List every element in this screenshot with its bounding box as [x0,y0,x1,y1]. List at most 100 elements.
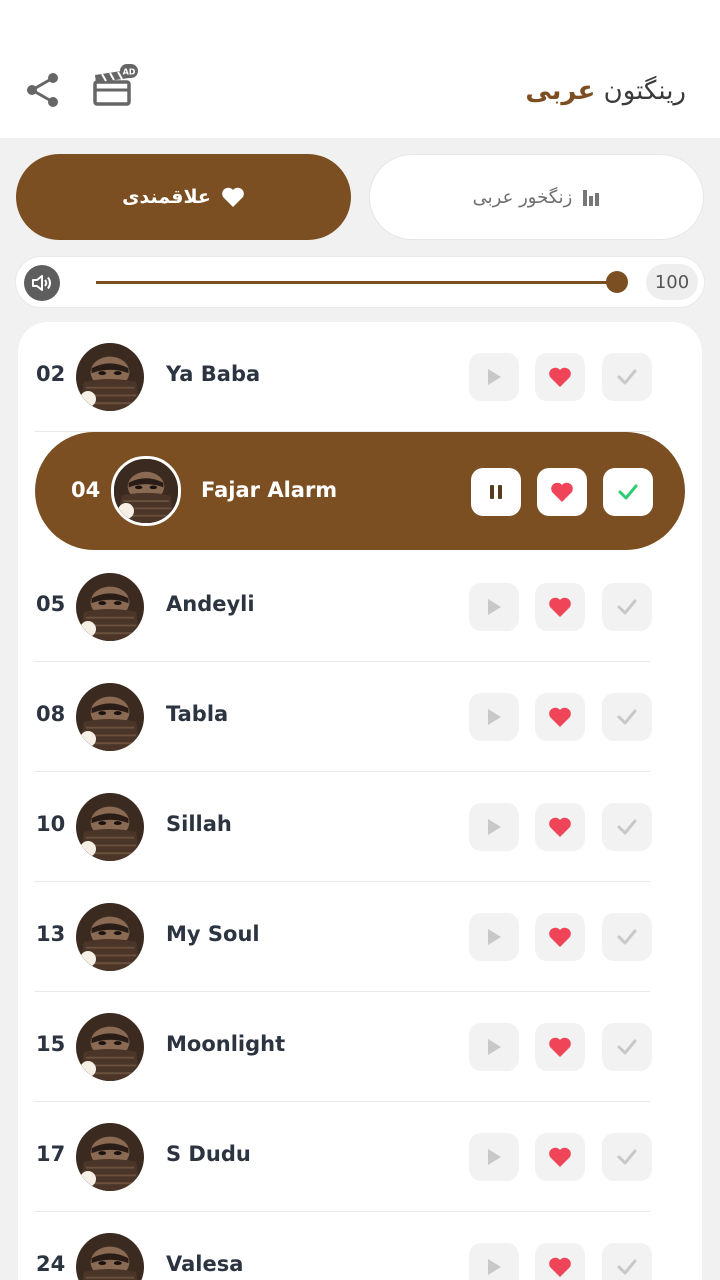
track-number: 02 [36,362,66,386]
album-art [76,343,144,411]
tab-favorites-label: علاقمندی [122,186,211,208]
check-icon [616,598,638,616]
check-icon [616,1038,638,1056]
favorite-button[interactable] [535,1243,585,1280]
pause-icon [488,483,504,501]
play-icon [485,927,503,947]
check-icon [616,1258,638,1276]
set-ringtone-button[interactable] [602,1023,652,1071]
volume-slider-handle[interactable] [606,271,628,293]
track-number: 17 [36,1142,66,1166]
play-button[interactable] [469,353,519,401]
ad-button[interactable]: AD [92,64,140,110]
list-item[interactable]: 24 Valesa [34,1212,652,1280]
list-item[interactable]: 10 Sillah [34,772,652,882]
play-icon [485,367,503,387]
play-button[interactable] [469,803,519,851]
list-item[interactable]: 05 Andeyli [34,552,652,662]
album-art [76,1233,144,1280]
track-title: Moonlight [166,1032,286,1056]
pause-button[interactable] [471,468,521,516]
album-art [76,683,144,751]
track-title: Andeyli [166,592,255,616]
set-ringtone-button[interactable] [602,353,652,401]
play-button[interactable] [469,1133,519,1181]
music-note-icon [80,391,96,407]
track-title: Sillah [166,812,232,836]
set-ringtone-button[interactable] [602,1133,652,1181]
volume-control: 100 [15,256,705,308]
favorite-button[interactable] [535,1133,585,1181]
check-icon [616,928,638,946]
favorite-button[interactable] [535,583,585,631]
equalizer-icon [582,188,600,206]
play-icon [485,1037,503,1057]
list-item[interactable]: 08 Tabla [34,662,652,772]
check-icon [617,483,639,501]
list-item[interactable]: 17 S Dudu [34,1102,652,1212]
play-icon [485,707,503,727]
set-ringtone-button[interactable] [602,803,652,851]
play-icon [485,1147,503,1167]
track-title: Ya Baba [166,362,261,386]
music-note-icon [80,1171,96,1187]
heart-icon [550,481,574,503]
music-note-icon [118,503,134,519]
play-icon [485,817,503,837]
heart-icon [548,1146,572,1168]
ad-badge-text: AD [123,68,136,77]
set-ringtone-button[interactable] [602,913,652,961]
heart-icon [548,706,572,728]
heart-icon [548,1036,572,1058]
check-icon [616,818,638,836]
top-bar: رینگتون عربی AD [0,0,720,138]
list-item[interactable]: 02 Ya Baba [34,322,652,432]
album-art [76,1013,144,1081]
music-note-icon [80,621,96,637]
list-item[interactable]: 13 My Soul [34,882,652,992]
list-item[interactable]: 15 Moonlight [34,992,652,1102]
track-number: 24 [36,1252,66,1276]
heart-icon [548,366,572,388]
volume-slider-track[interactable] [96,281,626,284]
favorite-button[interactable] [535,803,585,851]
music-note-icon [80,731,96,747]
set-ringtone-button[interactable] [602,583,652,631]
check-icon [616,368,638,386]
track-number: 10 [36,812,66,836]
list-item-active[interactable]: 04 Fajar Alarm [35,432,685,550]
heart-icon [548,926,572,948]
track-title: My Soul [166,922,260,946]
heart-icon [548,596,572,618]
app-title-part2: رینگتون [603,76,686,106]
set-ringtone-button[interactable] [603,468,653,516]
share-icon [27,73,58,107]
check-icon [616,708,638,726]
play-button[interactable] [469,693,519,741]
play-button[interactable] [469,1243,519,1280]
favorite-button[interactable] [535,693,585,741]
tab-arabic-ringtones[interactable]: زنگخور عربی [369,154,704,240]
play-button[interactable] [469,583,519,631]
share-button[interactable] [24,70,62,110]
favorite-button[interactable] [537,468,587,516]
track-number: 04 [71,478,101,502]
play-button[interactable] [469,913,519,961]
track-title: Valesa [166,1252,244,1276]
favorite-button[interactable] [535,913,585,961]
track-title: S Dudu [166,1142,251,1166]
speaker-icon[interactable] [24,265,60,301]
album-art [76,903,144,971]
heart-icon [548,816,572,838]
tab-favorites[interactable]: علاقمندی [16,154,351,240]
check-icon [616,1148,638,1166]
set-ringtone-button[interactable] [602,693,652,741]
set-ringtone-button[interactable] [602,1243,652,1280]
play-button[interactable] [469,1023,519,1071]
favorite-button[interactable] [535,353,585,401]
heart-icon [221,186,245,208]
favorite-button[interactable] [535,1023,585,1071]
track-number: 15 [36,1032,66,1056]
volume-value: 100 [646,264,698,300]
app-title-part1: عربی [525,76,596,106]
